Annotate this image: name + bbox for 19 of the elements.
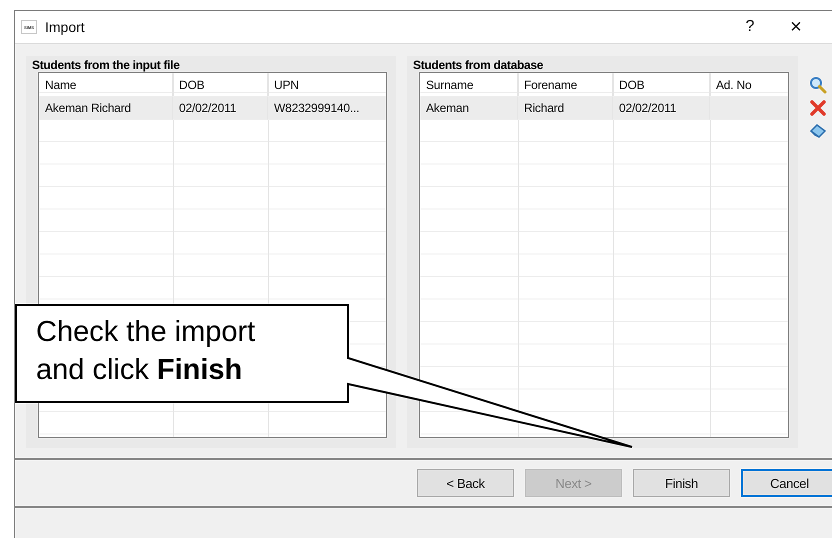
- table-cell: Richard: [518, 97, 613, 120]
- dialog-button[interactable]: Finish: [633, 469, 730, 497]
- table-cell: Akeman Richard: [39, 97, 173, 120]
- window-title: Import: [45, 19, 85, 35]
- table-row[interactable]: Akeman Richard 02/02/2011: [420, 97, 788, 120]
- table-cell: 02/02/2011: [173, 97, 268, 120]
- dialog-button[interactable]: < Back: [417, 469, 514, 497]
- dialog-button[interactable]: Cancel: [741, 469, 832, 497]
- callout-text: Check the import and click Finish: [36, 315, 256, 388]
- panel-title: Students from database: [413, 57, 544, 72]
- table-cell: 02/02/2011: [613, 97, 710, 120]
- panel-title: Students from the input file: [32, 57, 181, 72]
- help-button[interactable]: ?: [727, 11, 773, 43]
- close-button[interactable]: ×: [773, 11, 819, 43]
- search-icon[interactable]: [809, 76, 827, 94]
- table-cell: Akeman: [420, 97, 518, 120]
- table-cell: W8232999140...: [268, 97, 386, 120]
- delete-icon[interactable]: [809, 99, 827, 117]
- table-row[interactable]: Akeman Richard 02/02/2011 W8232999140...: [39, 97, 386, 120]
